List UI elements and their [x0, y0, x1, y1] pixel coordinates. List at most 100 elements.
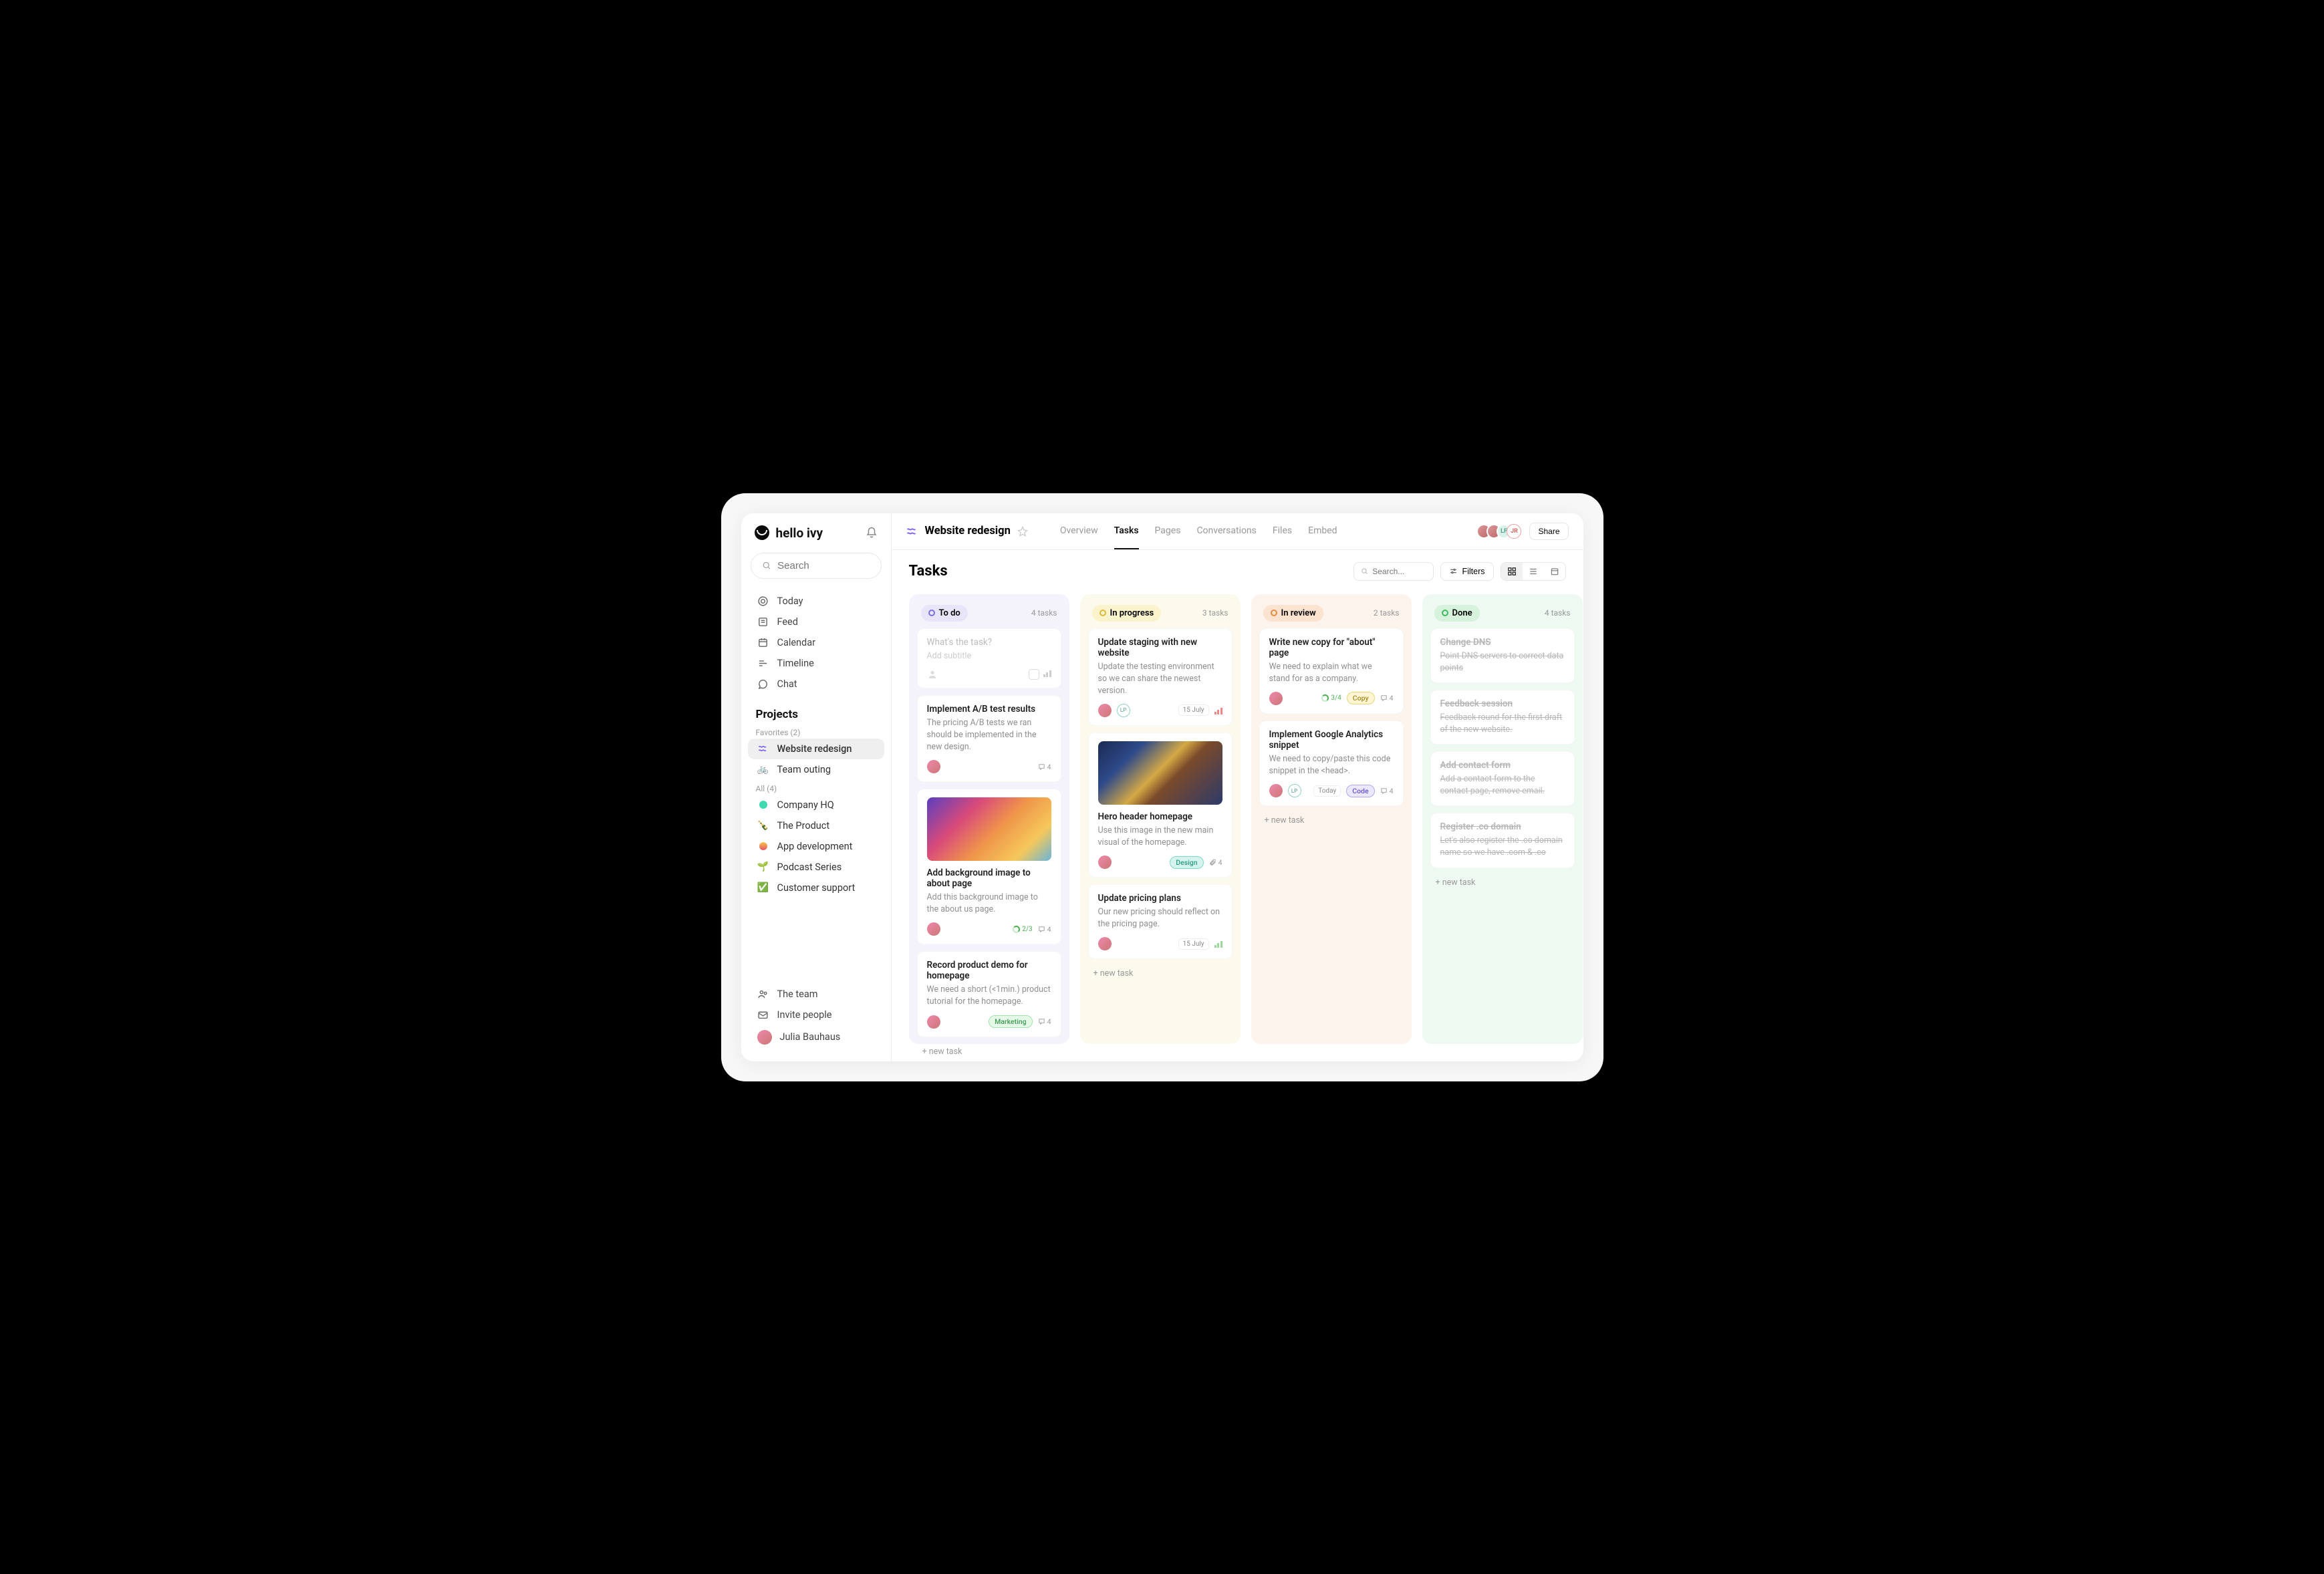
card-description: Add this background image to the about u… — [927, 892, 1051, 916]
new-task-input[interactable]: What's the task?Add subtitle — [917, 628, 1061, 688]
task-count: 2 tasks — [1374, 608, 1400, 618]
view-board-icon[interactable] — [1501, 563, 1523, 580]
task-card[interactable]: Feedback sessionFeedback round for the f… — [1430, 690, 1575, 745]
tag: Code — [1346, 785, 1374, 797]
add-task-button[interactable]: + new task — [917, 1044, 1061, 1059]
member-avatar: JR — [1507, 524, 1521, 539]
column-done: Done4 tasksChange DNSPoint DNS servers t… — [1422, 594, 1583, 1044]
assignee-chip: LP — [1117, 704, 1130, 717]
notifications-icon[interactable] — [866, 527, 878, 539]
tag: Marketing — [989, 1015, 1033, 1028]
current-user[interactable]: Julia Bauhaus — [751, 1025, 882, 1049]
nav-chat[interactable]: Chat — [751, 674, 882, 694]
view-calendar-icon[interactable] — [1544, 563, 1565, 580]
comment-count: 4 — [1380, 787, 1394, 795]
sidebar: hello ivy TodayFeedCalendarTimelineChat … — [741, 513, 892, 1061]
card-description: Our new pricing should reflect on the pr… — [1098, 906, 1222, 930]
task-card[interactable]: Update pricing plans Our new pricing shou… — [1088, 884, 1233, 959]
card-title: Feedback session — [1440, 698, 1565, 709]
column-title: Done — [1434, 605, 1480, 622]
task-card[interactable]: Add contact formAdd a contact form to th… — [1430, 751, 1575, 806]
column-title: To do — [921, 605, 968, 622]
card-title: Update pricing plans — [1098, 893, 1222, 904]
task-card[interactable]: Record product demo for homepageWe need … — [917, 951, 1061, 1037]
task-card[interactable]: Add background image to about pageAdd th… — [917, 789, 1061, 944]
kanban-board: To do4 tasksWhat's the task?Add subtitle… — [892, 586, 1583, 1061]
sidebar-invite-people[interactable]: Invite people — [751, 1005, 882, 1025]
task-card[interactable]: Implement A/B test resultsThe pricing A/… — [917, 695, 1061, 782]
priority-icon[interactable] — [1043, 669, 1051, 680]
tab-embed[interactable]: Embed — [1308, 523, 1337, 549]
add-task-button[interactable]: + new task — [1430, 875, 1575, 890]
task-card[interactable]: Update staging with new website Update th… — [1088, 628, 1233, 726]
task-card[interactable]: Register .co domainLet's also register t… — [1430, 813, 1575, 868]
tasks-search-input[interactable] — [1372, 567, 1426, 576]
card-cover-image — [927, 797, 1051, 861]
sidebar-the-team[interactable]: The team — [751, 984, 882, 1005]
timeline-icon — [757, 658, 769, 669]
task-card[interactable]: Change DNSPoint DNS servers to correct d… — [1430, 628, 1575, 683]
task-card[interactable]: Implement Google Analytics snippetWe nee… — [1259, 720, 1404, 806]
sidebar-search-input[interactable] — [777, 560, 870, 571]
nav-calendar[interactable]: Calendar — [751, 632, 882, 653]
column-review: In review 2 tasks Write new copy for "abou… — [1251, 594, 1412, 1044]
sidebar-search[interactable] — [751, 553, 882, 579]
column-title: In review — [1263, 605, 1323, 622]
topbar: Website redesign Overview Tasks Pages Conve… — [892, 513, 1583, 550]
assignee-avatar-icon — [1098, 937, 1112, 950]
project-title: Website redesign — [925, 525, 1011, 537]
tab-overview[interactable]: Overview — [1060, 523, 1098, 549]
tab-tasks[interactable]: Tasks — [1114, 523, 1139, 549]
project-team-outing[interactable]: 🚲Team outing — [748, 759, 884, 780]
card-title: Hero header homepage — [1098, 811, 1222, 822]
column-title: In progress — [1092, 605, 1162, 622]
favorites-label: Favorites (2) — [741, 724, 891, 739]
card-title: Add contact form — [1440, 760, 1565, 771]
share-button[interactable]: Share — [1529, 523, 1568, 540]
project-the-product[interactable]: 🍾The Product — [748, 815, 884, 836]
task-card[interactable]: Write new copy for "about" page We need t… — [1259, 628, 1404, 714]
favorite-star-icon[interactable] — [1017, 526, 1028, 537]
feed-icon — [757, 616, 769, 628]
tab-conversations[interactable]: Conversations — [1196, 523, 1256, 549]
tasks-search[interactable] — [1353, 562, 1434, 581]
invite-icon — [757, 1009, 769, 1021]
assignee-avatar-icon — [1098, 704, 1112, 717]
card-description: Use this image in the new main visual of… — [1098, 825, 1222, 849]
task-card[interactable]: Hero header homepage Use this image in th… — [1088, 733, 1233, 878]
card-title: Update staging with new website — [1098, 637, 1222, 658]
project-customer-support[interactable]: ✅Customer support — [748, 878, 884, 898]
search-icon — [1361, 567, 1368, 575]
project-icon: ✅ — [757, 882, 769, 893]
comment-count: 4 — [1380, 694, 1394, 702]
assignee-avatar-icon — [1098, 856, 1112, 869]
project-icon — [757, 745, 769, 753]
tab-files[interactable]: Files — [1273, 523, 1292, 549]
filters-button[interactable]: Filters — [1440, 562, 1493, 581]
project-podcast-series[interactable]: 🌱Podcast Series — [748, 857, 884, 878]
card-description: We need to explain what we stand for as … — [1269, 661, 1394, 685]
nav-timeline[interactable]: Timeline — [751, 653, 882, 674]
nav-today[interactable]: Today — [751, 591, 882, 612]
card-title: Implement A/B test results — [927, 704, 1051, 714]
project-app-development[interactable]: App development — [748, 836, 884, 857]
tasks-subbar: Tasks Filters — [892, 550, 1583, 586]
subtask-progress: 2/3 — [1013, 926, 1032, 933]
view-list-icon[interactable] — [1523, 563, 1544, 580]
tag: Design — [1170, 856, 1203, 869]
priority-icon — [1214, 940, 1222, 948]
column-todo: To do4 tasksWhat's the task?Add subtitle… — [909, 594, 1069, 1044]
add-task-button[interactable]: + new task — [1259, 813, 1404, 828]
add-task-button[interactable]: + new task — [1088, 966, 1233, 981]
project-company-hq[interactable]: Company HQ — [748, 795, 884, 815]
nav-feed[interactable]: Feed — [751, 612, 882, 632]
card-description: We need to copy/paste this code snippet … — [1269, 753, 1394, 777]
tab-pages[interactable]: Pages — [1155, 523, 1181, 549]
comment-count: 4 — [1038, 763, 1051, 771]
project-website-redesign[interactable]: Website redesign — [748, 739, 884, 759]
user-name: Julia Bauhaus — [780, 1031, 841, 1043]
attach-icon[interactable] — [1029, 669, 1039, 680]
card-title: Write new copy for "about" page — [1269, 637, 1394, 658]
member-avatars[interactable]: LPJR — [1476, 524, 1521, 539]
card-description: Update the testing environment so we can… — [1098, 661, 1222, 697]
